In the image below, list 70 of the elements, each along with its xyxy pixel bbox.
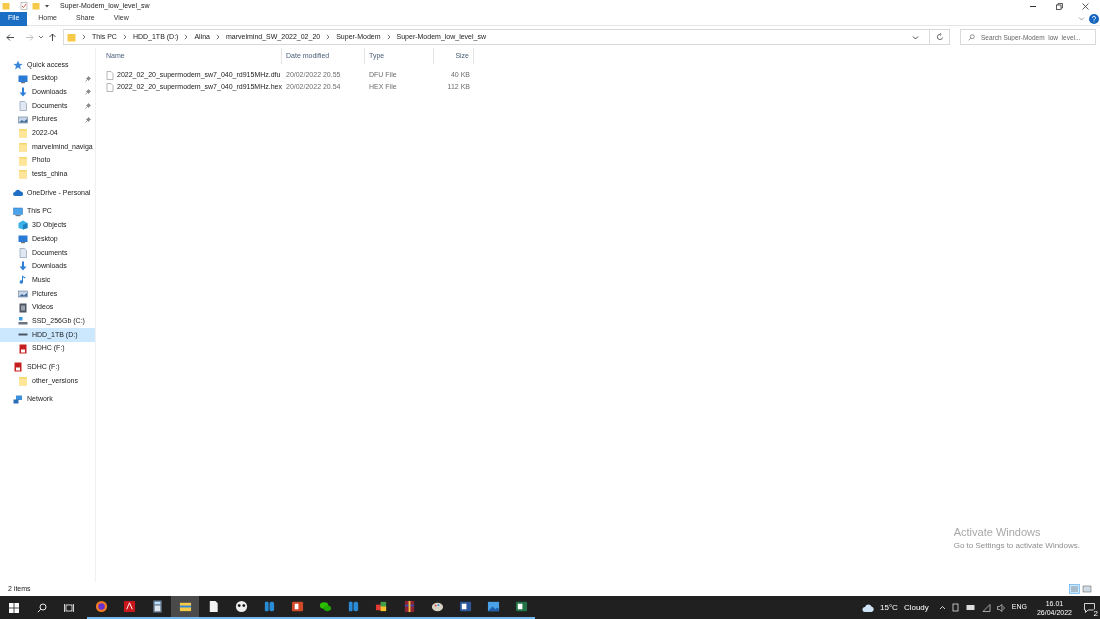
download-icon [18, 87, 28, 98]
browser-icon [94, 600, 108, 613]
photo-icon [486, 600, 500, 613]
caret-icon[interactable] [44, 3, 50, 9]
cube-icon [18, 220, 28, 231]
folder-icon [18, 375, 28, 386]
folder-icon [18, 169, 28, 180]
music-note-icon [18, 275, 28, 286]
activation-text: Go to Settings to activate Windows. [953, 540, 1080, 552]
chevron-right-icon[interactable] [184, 34, 189, 40]
up-arrow-icon[interactable] [48, 32, 57, 42]
film-icon [18, 302, 28, 313]
close-icon [1081, 2, 1089, 10]
folder-icon [178, 600, 192, 613]
large-icons-view-icon[interactable] [1082, 584, 1092, 594]
chevron-right-icon[interactable] [386, 34, 391, 40]
sd-card-icon [13, 362, 23, 373]
document-icon [18, 247, 28, 258]
computer-icon [13, 206, 23, 217]
chevron-right-icon[interactable] [216, 34, 220, 40]
drive-icon [18, 316, 28, 327]
calculator-icon [150, 600, 164, 613]
chevron-right-icon[interactable] [82, 34, 86, 40]
speaker-icon[interactable] [996, 603, 1006, 612]
star-icon [13, 59, 23, 70]
folder-icon [2, 2, 10, 10]
task-view-icon [64, 602, 74, 613]
folder-icon [18, 141, 28, 152]
palette-icon [430, 600, 444, 613]
sd-card-icon [18, 343, 28, 354]
weather-condition[interactable]: Cloudy [903, 601, 929, 614]
network-icon [13, 394, 23, 405]
download-icon [18, 261, 28, 272]
slides-icon [290, 600, 304, 613]
monitor-icon [18, 234, 28, 245]
picture-icon [18, 288, 28, 299]
weather-temperature[interactable]: 15°C [880, 601, 898, 614]
monitor-icon [18, 73, 28, 84]
folder-icon [18, 155, 28, 166]
back-arrow-icon[interactable] [6, 32, 15, 42]
activation-title: Activate Windows [953, 524, 1042, 540]
chevron-down-icon[interactable] [38, 34, 44, 40]
help-icon[interactable] [1089, 13, 1099, 24]
search-icon [968, 33, 975, 41]
drive-icon [18, 333, 28, 337]
chevron-up-icon[interactable] [938, 604, 946, 611]
document-icon [18, 100, 28, 111]
picture-icon [18, 114, 28, 125]
refresh-icon[interactable] [936, 33, 944, 41]
blocks-icon [374, 600, 388, 613]
pdf-icon [122, 600, 136, 613]
chat-bubbles-icon [318, 600, 332, 613]
folder-icon [67, 32, 76, 42]
restore-icon [1055, 2, 1063, 10]
minimize-icon [1030, 5, 1036, 7]
checklist-icon[interactable] [20, 2, 28, 10]
spreadsheet-icon [514, 600, 528, 613]
cloud-icon [13, 188, 23, 199]
word-document-icon [458, 600, 472, 613]
cloud-icon[interactable] [862, 602, 874, 613]
chevron-right-icon[interactable] [326, 34, 331, 40]
notifications-button[interactable]: 2 [1082, 600, 1096, 615]
windows-logo-icon [9, 602, 19, 613]
folder-icon [18, 128, 28, 139]
archive-icon [402, 600, 416, 613]
chevron-right-icon[interactable] [122, 34, 127, 40]
search-icon [36, 602, 47, 613]
battery-icon[interactable] [965, 604, 976, 611]
notification-count: 2 [1092, 608, 1099, 618]
speech-bubble-icon [1083, 602, 1095, 613]
